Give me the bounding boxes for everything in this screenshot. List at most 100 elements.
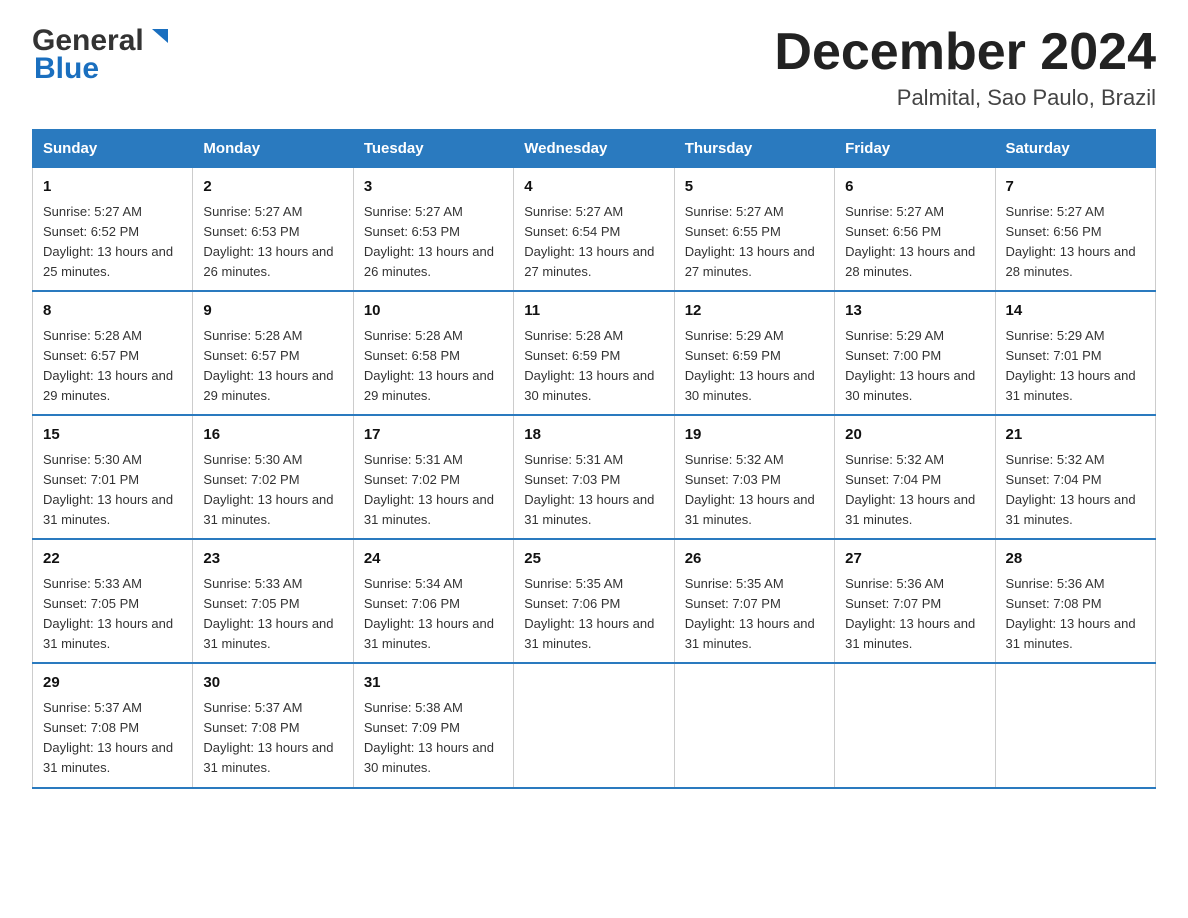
calendar-cell: 9 Sunrise: 5:28 AMSunset: 6:57 PMDayligh…: [193, 291, 353, 415]
day-number: 5: [685, 176, 824, 199]
header-thursday: Thursday: [674, 130, 834, 168]
day-number: 15: [43, 424, 182, 447]
calendar-week-row-1: 8 Sunrise: 5:28 AMSunset: 6:57 PMDayligh…: [33, 291, 1156, 415]
calendar-cell: [514, 663, 674, 787]
day-number: 31: [364, 672, 503, 695]
calendar-cell: 10 Sunrise: 5:28 AMSunset: 6:58 PMDaylig…: [353, 291, 513, 415]
calendar-cell: 6 Sunrise: 5:27 AMSunset: 6:56 PMDayligh…: [835, 168, 995, 292]
calendar-cell: 18 Sunrise: 5:31 AMSunset: 7:03 PMDaylig…: [514, 415, 674, 539]
calendar-cell: 15 Sunrise: 5:30 AMSunset: 7:01 PMDaylig…: [33, 415, 193, 539]
day-number: 25: [524, 548, 663, 571]
calendar-cell: 23 Sunrise: 5:33 AMSunset: 7:05 PMDaylig…: [193, 539, 353, 663]
calendar-cell: 11 Sunrise: 5:28 AMSunset: 6:59 PMDaylig…: [514, 291, 674, 415]
month-title: December 2024: [774, 24, 1156, 81]
day-number: 2: [203, 176, 342, 199]
calendar-cell: 5 Sunrise: 5:27 AMSunset: 6:55 PMDayligh…: [674, 168, 834, 292]
day-info: Sunrise: 5:35 AMSunset: 7:07 PMDaylight:…: [685, 574, 824, 655]
day-info: Sunrise: 5:32 AMSunset: 7:04 PMDaylight:…: [1006, 450, 1145, 531]
day-number: 18: [524, 424, 663, 447]
day-info: Sunrise: 5:28 AMSunset: 6:57 PMDaylight:…: [203, 326, 342, 407]
day-info: Sunrise: 5:29 AMSunset: 6:59 PMDaylight:…: [685, 326, 824, 407]
calendar-cell: 1 Sunrise: 5:27 AMSunset: 6:52 PMDayligh…: [33, 168, 193, 292]
header-tuesday: Tuesday: [353, 130, 513, 168]
calendar-cell: 27 Sunrise: 5:36 AMSunset: 7:07 PMDaylig…: [835, 539, 995, 663]
day-info: Sunrise: 5:27 AMSunset: 6:53 PMDaylight:…: [203, 202, 342, 283]
day-info: Sunrise: 5:36 AMSunset: 7:07 PMDaylight:…: [845, 574, 984, 655]
calendar-cell: 4 Sunrise: 5:27 AMSunset: 6:54 PMDayligh…: [514, 168, 674, 292]
calendar-table: Sunday Monday Tuesday Wednesday Thursday…: [32, 129, 1156, 788]
calendar-cell: 28 Sunrise: 5:36 AMSunset: 7:08 PMDaylig…: [995, 539, 1155, 663]
day-number: 21: [1006, 424, 1145, 447]
calendar-cell: 7 Sunrise: 5:27 AMSunset: 6:56 PMDayligh…: [995, 168, 1155, 292]
day-info: Sunrise: 5:37 AMSunset: 7:08 PMDaylight:…: [43, 698, 182, 779]
calendar-cell: [674, 663, 834, 787]
day-info: Sunrise: 5:27 AMSunset: 6:55 PMDaylight:…: [685, 202, 824, 283]
header-sunday: Sunday: [33, 130, 193, 168]
calendar-cell: 29 Sunrise: 5:37 AMSunset: 7:08 PMDaylig…: [33, 663, 193, 787]
day-number: 8: [43, 300, 182, 323]
calendar-cell: 25 Sunrise: 5:35 AMSunset: 7:06 PMDaylig…: [514, 539, 674, 663]
day-number: 28: [1006, 548, 1145, 571]
day-info: Sunrise: 5:30 AMSunset: 7:02 PMDaylight:…: [203, 450, 342, 531]
day-info: Sunrise: 5:35 AMSunset: 7:06 PMDaylight:…: [524, 574, 663, 655]
day-number: 9: [203, 300, 342, 323]
day-number: 11: [524, 300, 663, 323]
day-info: Sunrise: 5:38 AMSunset: 7:09 PMDaylight:…: [364, 698, 503, 779]
day-info: Sunrise: 5:32 AMSunset: 7:03 PMDaylight:…: [685, 450, 824, 531]
day-number: 24: [364, 548, 503, 571]
calendar-cell: [995, 663, 1155, 787]
day-info: Sunrise: 5:28 AMSunset: 6:58 PMDaylight:…: [364, 326, 503, 407]
day-number: 16: [203, 424, 342, 447]
day-info: Sunrise: 5:28 AMSunset: 6:57 PMDaylight:…: [43, 326, 182, 407]
day-info: Sunrise: 5:36 AMSunset: 7:08 PMDaylight:…: [1006, 574, 1145, 655]
calendar-header-row: Sunday Monday Tuesday Wednesday Thursday…: [33, 130, 1156, 168]
day-number: 23: [203, 548, 342, 571]
day-info: Sunrise: 5:33 AMSunset: 7:05 PMDaylight:…: [43, 574, 182, 655]
day-number: 22: [43, 548, 182, 571]
title-block: December 2024 Palmital, Sao Paulo, Brazi…: [774, 24, 1156, 111]
day-number: 12: [685, 300, 824, 323]
logo-arrow-icon: [146, 25, 174, 53]
day-info: Sunrise: 5:33 AMSunset: 7:05 PMDaylight:…: [203, 574, 342, 655]
calendar-week-row-0: 1 Sunrise: 5:27 AMSunset: 6:52 PMDayligh…: [33, 168, 1156, 292]
calendar-cell: 30 Sunrise: 5:37 AMSunset: 7:08 PMDaylig…: [193, 663, 353, 787]
day-info: Sunrise: 5:28 AMSunset: 6:59 PMDaylight:…: [524, 326, 663, 407]
day-number: 19: [685, 424, 824, 447]
day-info: Sunrise: 5:31 AMSunset: 7:03 PMDaylight:…: [524, 450, 663, 531]
calendar-cell: 20 Sunrise: 5:32 AMSunset: 7:04 PMDaylig…: [835, 415, 995, 539]
calendar-cell: 14 Sunrise: 5:29 AMSunset: 7:01 PMDaylig…: [995, 291, 1155, 415]
day-number: 3: [364, 176, 503, 199]
calendar-cell: 21 Sunrise: 5:32 AMSunset: 7:04 PMDaylig…: [995, 415, 1155, 539]
day-info: Sunrise: 5:27 AMSunset: 6:54 PMDaylight:…: [524, 202, 663, 283]
day-number: 26: [685, 548, 824, 571]
day-number: 6: [845, 176, 984, 199]
day-info: Sunrise: 5:29 AMSunset: 7:01 PMDaylight:…: [1006, 326, 1145, 407]
page-header: General Blue December 2024 Palmital, Sao…: [32, 24, 1156, 111]
calendar-cell: 19 Sunrise: 5:32 AMSunset: 7:03 PMDaylig…: [674, 415, 834, 539]
calendar-cell: 22 Sunrise: 5:33 AMSunset: 7:05 PMDaylig…: [33, 539, 193, 663]
day-info: Sunrise: 5:27 AMSunset: 6:53 PMDaylight:…: [364, 202, 503, 283]
logo-blue-text: Blue: [32, 52, 99, 86]
day-info: Sunrise: 5:32 AMSunset: 7:04 PMDaylight:…: [845, 450, 984, 531]
day-number: 27: [845, 548, 984, 571]
day-number: 17: [364, 424, 503, 447]
day-info: Sunrise: 5:29 AMSunset: 7:00 PMDaylight:…: [845, 326, 984, 407]
header-wednesday: Wednesday: [514, 130, 674, 168]
calendar-cell: 13 Sunrise: 5:29 AMSunset: 7:00 PMDaylig…: [835, 291, 995, 415]
day-number: 10: [364, 300, 503, 323]
calendar-week-row-2: 15 Sunrise: 5:30 AMSunset: 7:01 PMDaylig…: [33, 415, 1156, 539]
day-number: 13: [845, 300, 984, 323]
day-number: 20: [845, 424, 984, 447]
calendar-cell: 2 Sunrise: 5:27 AMSunset: 6:53 PMDayligh…: [193, 168, 353, 292]
calendar-cell: 31 Sunrise: 5:38 AMSunset: 7:09 PMDaylig…: [353, 663, 513, 787]
day-number: 7: [1006, 176, 1145, 199]
calendar-cell: 17 Sunrise: 5:31 AMSunset: 7:02 PMDaylig…: [353, 415, 513, 539]
day-info: Sunrise: 5:27 AMSunset: 6:56 PMDaylight:…: [845, 202, 984, 283]
day-number: 4: [524, 176, 663, 199]
day-number: 14: [1006, 300, 1145, 323]
day-info: Sunrise: 5:27 AMSunset: 6:52 PMDaylight:…: [43, 202, 182, 283]
calendar-cell: [835, 663, 995, 787]
day-info: Sunrise: 5:31 AMSunset: 7:02 PMDaylight:…: [364, 450, 503, 531]
header-friday: Friday: [835, 130, 995, 168]
day-info: Sunrise: 5:34 AMSunset: 7:06 PMDaylight:…: [364, 574, 503, 655]
